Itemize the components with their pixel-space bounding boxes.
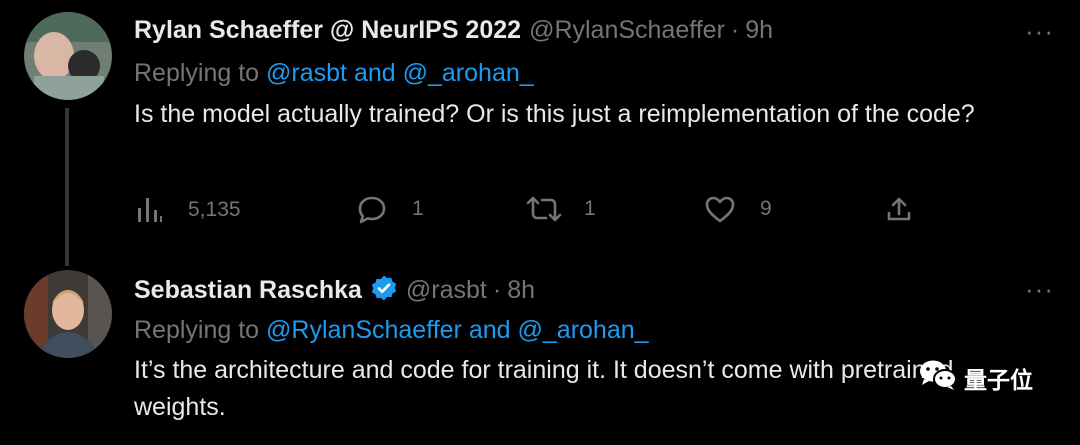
views-button[interactable]: 5,135 [134, 196, 241, 224]
replying-prefix: Replying to [134, 316, 260, 344]
tweet-header: Sebastian Raschka @rasbt · 8h [134, 274, 535, 307]
retweet-icon [526, 194, 562, 224]
thread-line [65, 108, 69, 266]
replying-and[interactable]: and [469, 316, 511, 344]
tweet-text: It’s the architecture and code for train… [134, 356, 954, 421]
analytics-icon [134, 196, 164, 224]
author-name[interactable]: Rylan Schaeffer @ NeurIPS 2022 [134, 16, 521, 45]
tweet-text: Is the model actually trained? Or is thi… [134, 100, 975, 128]
share-icon [884, 194, 914, 224]
like-icon [704, 194, 736, 224]
author-handle[interactable]: @RylanSchaeffer [529, 16, 725, 45]
avatar[interactable] [24, 270, 112, 358]
wechat-icon [918, 358, 958, 398]
author-name[interactable]: Sebastian Raschka [134, 276, 362, 305]
watermark: 量子位 [918, 358, 1033, 398]
timestamp[interactable]: 9h [745, 16, 773, 45]
like-count: 9 [760, 197, 772, 220]
reply-icon [356, 194, 388, 224]
replying-to: Replying to @rasbt and @_arohan_ [134, 59, 534, 88]
verified-badge-icon [370, 274, 398, 307]
tweet-header: Rylan Schaeffer @ NeurIPS 2022 @RylanSch… [134, 16, 773, 45]
more-options-icon[interactable]: ··· [1025, 274, 1054, 305]
timestamp[interactable]: 8h [507, 276, 535, 305]
reply-button[interactable]: 1 [356, 194, 424, 224]
replying-user-link[interactable]: @RylanSchaeffer [266, 316, 462, 344]
retweet-button[interactable]: 1 [526, 194, 596, 224]
separator-dot: · [730, 16, 740, 44]
avatar[interactable] [24, 12, 112, 100]
watermark-text: 量子位 [964, 368, 1033, 394]
like-button[interactable]: 9 [704, 194, 772, 224]
replying-and[interactable]: and [354, 59, 396, 87]
retweet-count: 1 [584, 197, 596, 220]
share-button[interactable] [884, 194, 914, 224]
replying-to: Replying to @RylanSchaeffer and @_arohan… [134, 316, 649, 345]
author-handle[interactable]: @rasbt [406, 276, 487, 305]
separator-dot: · [492, 276, 502, 304]
replying-user-link[interactable]: @_arohan_ [518, 316, 649, 344]
replying-user-link[interactable]: @_arohan_ [403, 59, 534, 87]
tweet-actions: 5,135 1 1 9 [134, 196, 934, 226]
more-options-icon[interactable]: ··· [1025, 16, 1054, 47]
replying-user-link[interactable]: @rasbt [266, 59, 347, 87]
reply-count: 1 [412, 197, 424, 220]
replying-prefix: Replying to [134, 59, 260, 87]
views-count: 5,135 [188, 198, 241, 221]
